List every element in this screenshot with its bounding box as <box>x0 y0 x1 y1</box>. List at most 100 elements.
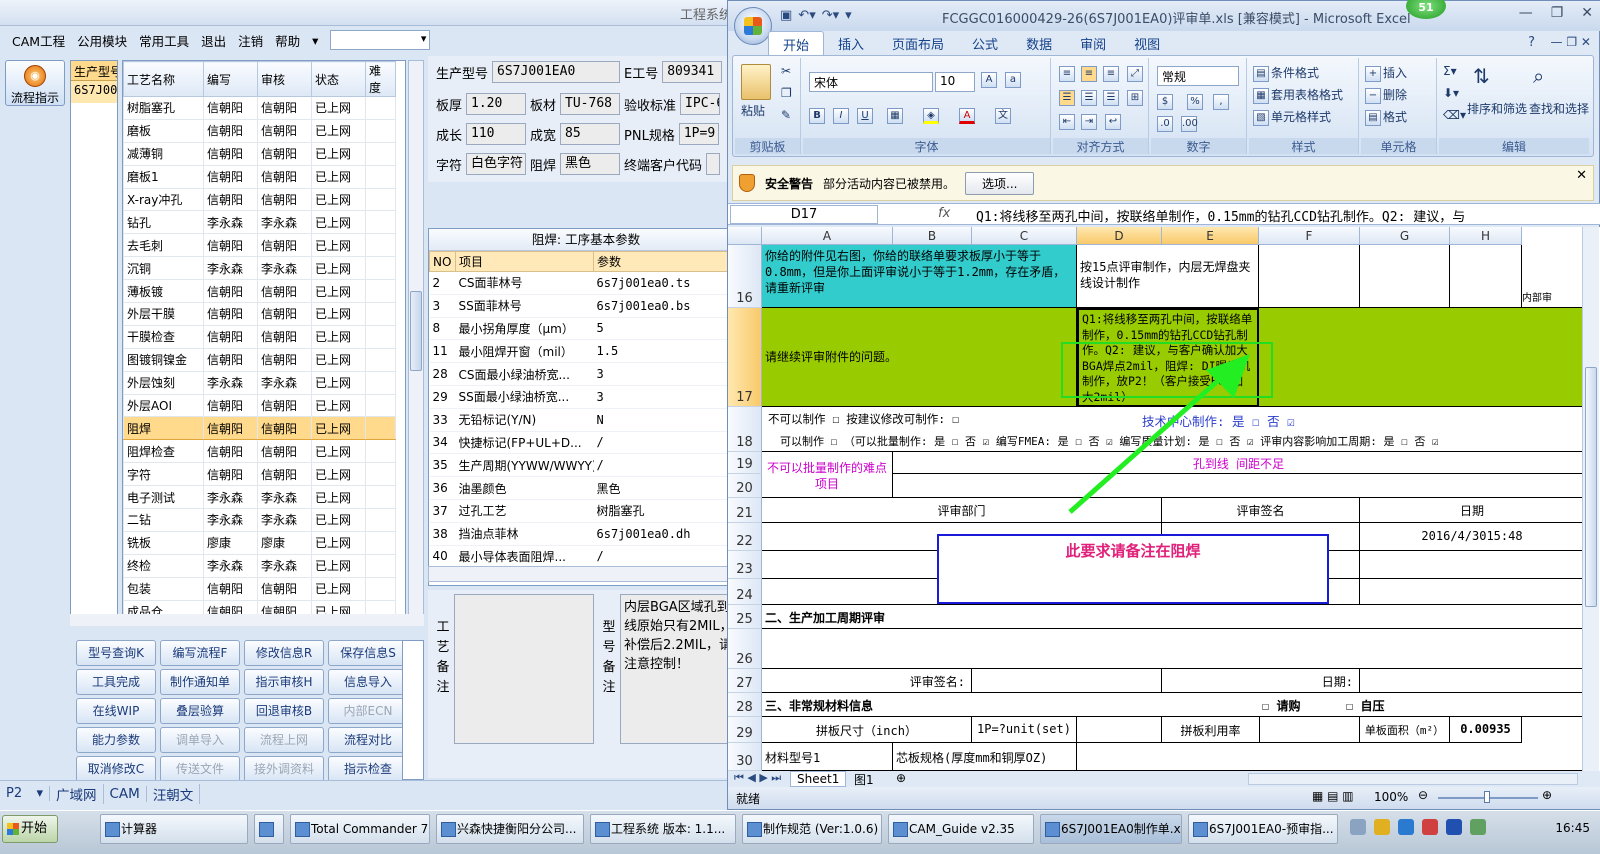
action-button[interactable]: 在线WIP <box>76 698 156 724</box>
merge-icon[interactable]: ⊞ <box>1127 90 1145 106</box>
grow-field[interactable]: 110 <box>466 123 527 145</box>
process-cell[interactable]: 已上网 <box>311 187 366 212</box>
process-cell[interactable]: 已上网 <box>311 553 366 578</box>
taskbar-button[interactable]: 工程系统 版本: 1.1... <box>590 814 736 844</box>
phonetic-icon[interactable]: 文 <box>995 108 1013 124</box>
table-row[interactable]: 终检 李永森 李永森 已上网 <box>123 553 396 578</box>
process-col-header[interactable]: 状态 <box>311 61 366 97</box>
process-cell[interactable] <box>365 302 396 326</box>
zoom-in-icon[interactable]: ⊕ <box>1542 788 1552 802</box>
row-header[interactable]: 21 <box>728 498 762 523</box>
table-row[interactable]: 33 无铅标记(Y/N) N <box>429 408 743 432</box>
wrap-text-icon[interactable]: ↩ <box>1105 114 1123 130</box>
process-cell[interactable]: 信朝阳 <box>203 416 258 441</box>
cell-a27[interactable]: 评审签名: <box>762 669 972 693</box>
process-cell[interactable]: 已上网 <box>311 347 366 372</box>
delete-cells-button[interactable]: − 删除 <box>1365 86 1407 104</box>
process-cell[interactable]: 已上网 <box>311 485 366 510</box>
process-cell[interactable] <box>365 553 396 578</box>
insert-cells-button[interactable]: + 插入 <box>1365 64 1407 82</box>
align-center-icon[interactable]: ☰ <box>1081 90 1099 106</box>
process-cell[interactable]: 磨板1 <box>123 164 204 189</box>
process-cell[interactable]: 已上网 <box>311 96 366 120</box>
table-row[interactable]: 阻焊 信朝阳 信朝阳 已上网 <box>123 416 396 441</box>
process-cell[interactable]: 已上网 <box>311 576 366 601</box>
cell-b30[interactable]: 芯板规格(厚度mm和铜厚OZ) <box>893 743 1077 771</box>
process-cell[interactable]: 已上网 <box>311 302 366 326</box>
model-note-textarea[interactable]: 内层BGA区域孔到线原始只有2MIL，补偿后2.2MIL，请注意控制！ <box>620 594 744 744</box>
table-row[interactable]: 包装 信朝阳 信朝阳 已上网 <box>123 576 396 601</box>
param-cell[interactable]: 8 <box>429 317 456 341</box>
table-row[interactable]: 外层干膜 信朝阳 信朝阳 已上网 <box>123 302 396 326</box>
process-cell[interactable]: 已上网 <box>311 370 366 395</box>
cell-d30[interactable] <box>1077 743 1584 771</box>
align-bottom-icon[interactable]: ≡ <box>1103 66 1121 82</box>
row-header[interactable]: 27 <box>728 669 762 693</box>
process-cell[interactable]: 信朝阳 <box>257 279 312 304</box>
process-cell[interactable]: 减薄铜 <box>123 141 204 166</box>
process-cell[interactable]: 已上网 <box>311 279 366 304</box>
process-cell[interactable]: 李永森 <box>257 553 312 578</box>
process-cell[interactable]: 磨板 <box>123 118 204 143</box>
param-cell[interactable]: 最小阻焊开窗（mil） <box>455 339 594 364</box>
table-row[interactable]: 38 挡油点菲林 6s7j001ea0.dh <box>429 522 743 546</box>
process-cell[interactable]: 信朝阳 <box>203 302 258 326</box>
cell-g29[interactable]: 单板面积（m²） <box>1360 717 1450 743</box>
process-cell[interactable]: 外层干膜 <box>123 302 204 326</box>
param-cell[interactable]: N <box>593 408 743 432</box>
format-painter-icon[interactable]: ✎ <box>781 108 791 122</box>
cell-c29[interactable]: 1P=?unit(set) <box>972 717 1077 743</box>
process-cell[interactable]: 信朝阳 <box>203 439 258 464</box>
cell-f17[interactable] <box>1259 308 1584 407</box>
action-button[interactable]: 内部ECN <box>328 698 408 724</box>
purchase-checkbox[interactable]: ☐ 请购 <box>1262 697 1300 714</box>
table-row[interactable]: 磨板1 信朝阳 信朝阳 已上网 <box>123 164 396 189</box>
param-col-header[interactable]: NO <box>429 251 456 272</box>
process-cell[interactable]: 信朝阳 <box>203 187 258 212</box>
accept-standard-field[interactable]: IPC-6 <box>680 93 721 115</box>
column-header[interactable]: F <box>1259 227 1360 245</box>
action-button[interactable]: 保存信息S <box>328 640 408 666</box>
comma-icon[interactable]: , <box>1213 94 1231 110</box>
param-cell[interactable]: 2 <box>429 271 456 295</box>
process-col-header[interactable]: 工艺名称 <box>123 61 204 97</box>
process-cell[interactable]: 二钻 <box>123 508 204 532</box>
process-cell[interactable]: 信朝阳 <box>257 416 312 441</box>
param-cell[interactable]: / <box>593 431 743 455</box>
process-cell[interactable]: 信朝阳 <box>203 347 258 372</box>
process-cell[interactable] <box>365 576 396 601</box>
cell-review-date-header[interactable]: 日期 <box>1360 498 1584 523</box>
param-cell[interactable]: 37 <box>429 499 456 523</box>
customize-qat-icon[interactable]: ▾ <box>845 8 852 23</box>
param-cell[interactable]: 3 <box>593 362 743 386</box>
table-row[interactable]: 二钻 李永森 李永森 已上网 <box>123 508 396 532</box>
process-cell[interactable] <box>365 256 396 281</box>
process-cell[interactable]: 信朝阳 <box>257 302 312 326</box>
sort-filter-icon[interactable]: ⇅ <box>1473 64 1490 88</box>
process-cell[interactable]: 李永森 <box>203 508 258 532</box>
action-button[interactable]: 修改信息R <box>244 640 324 666</box>
process-cell[interactable]: 信朝阳 <box>203 96 258 120</box>
cell-a17[interactable]: 请继续评审附件的问题。 <box>762 308 1077 407</box>
process-cell[interactable]: 包装 <box>123 576 204 601</box>
tray-volume-icon[interactable] <box>1470 819 1486 835</box>
row-header[interactable]: 29 <box>728 717 762 743</box>
tray-app-icon[interactable] <box>1398 819 1414 835</box>
close-icon[interactable]: ✕ <box>1581 5 1593 21</box>
tab-view[interactable]: 视图 <box>1120 31 1174 55</box>
table-row[interactable]: 外层蚀刻 李永森 李永森 已上网 <box>123 370 396 395</box>
param-cell[interactable]: 过孔工艺 <box>455 499 594 523</box>
taskbar-button[interactable]: CAM_Guide v2.35 <box>888 814 1034 844</box>
process-cell[interactable]: 信朝阳 <box>257 187 312 212</box>
process-cell[interactable]: 信朝阳 <box>257 118 312 143</box>
param-cell[interactable]: 6s7j001ea0.dh <box>593 522 743 546</box>
tab-data[interactable]: 数据 <box>1012 31 1066 55</box>
table-row[interactable]: 磨板 信朝阳 信朝阳 已上网 <box>123 118 396 143</box>
process-cell[interactable]: 阻焊检查 <box>123 439 204 464</box>
close-icon[interactable]: ✕ <box>1576 168 1587 183</box>
process-cell[interactable] <box>365 508 396 532</box>
param-cell[interactable]: / <box>593 545 743 569</box>
process-cell[interactable] <box>365 187 396 212</box>
process-cell[interactable]: 信朝阳 <box>203 118 258 143</box>
decrease-indent-icon[interactable]: ⇤ <box>1059 114 1077 130</box>
